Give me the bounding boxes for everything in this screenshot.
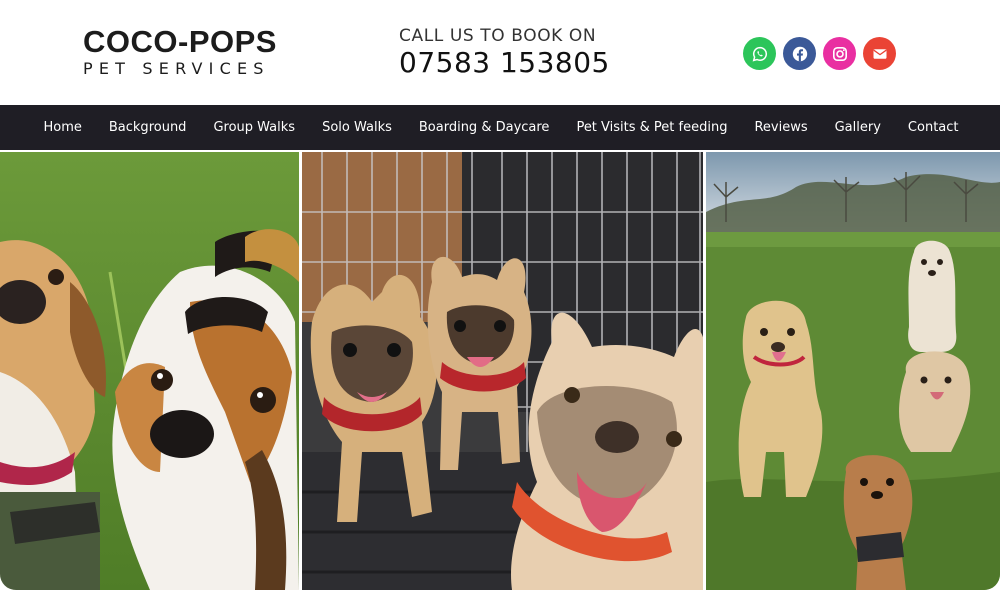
site-logo[interactable]: COCO-POPS PET SERVICES xyxy=(83,26,293,82)
gallery-photo-frenchies[interactable] xyxy=(302,152,703,590)
nav-item-background[interactable]: Background xyxy=(109,120,187,135)
whatsapp-icon xyxy=(752,46,767,61)
email-button[interactable] xyxy=(863,37,896,70)
gallery-photo-beagles[interactable] xyxy=(0,152,299,590)
facebook-button[interactable] xyxy=(783,37,816,70)
booking-cta-text: CALL US TO BOOK ON xyxy=(399,26,597,46)
nav-item-boarding-daycare[interactable]: Boarding & Daycare xyxy=(419,120,550,135)
nav-item-solo-walks[interactable]: Solo Walks xyxy=(322,120,392,135)
booking-contact: CALL US TO BOOK ON 07583 153805 xyxy=(399,25,619,79)
hero-gallery xyxy=(0,152,1000,590)
main-navigation: Home Background Group Walks Solo Walks B… xyxy=(0,105,1000,150)
phone-number-link[interactable]: 07583 153805 xyxy=(399,47,619,79)
nav-item-pet-visits[interactable]: Pet Visits & Pet feeding xyxy=(576,120,727,135)
nav-item-contact[interactable]: Contact xyxy=(908,120,959,135)
social-links xyxy=(743,37,896,70)
nav-item-gallery[interactable]: Gallery xyxy=(835,120,881,135)
facebook-icon xyxy=(792,46,807,61)
logo-tagline: PET SERVICES xyxy=(83,59,270,78)
instagram-button[interactable] xyxy=(823,37,856,70)
nav-item-home[interactable]: Home xyxy=(43,120,81,135)
envelope-icon xyxy=(872,48,887,59)
beagles-image xyxy=(0,152,299,590)
instagram-icon xyxy=(832,46,847,61)
nav-item-reviews[interactable]: Reviews xyxy=(754,120,807,135)
field-dogs-image xyxy=(706,152,1000,590)
whatsapp-button[interactable] xyxy=(743,37,776,70)
logo-name: COCO-POPS xyxy=(83,24,277,59)
frenchies-image xyxy=(302,152,703,590)
gallery-photo-field-dogs[interactable] xyxy=(706,152,1000,590)
nav-list: Home Background Group Walks Solo Walks B… xyxy=(0,105,1000,150)
nav-item-group-walks[interactable]: Group Walks xyxy=(213,120,295,135)
site-header: COCO-POPS PET SERVICES CALL US TO BOOK O… xyxy=(0,0,1000,105)
